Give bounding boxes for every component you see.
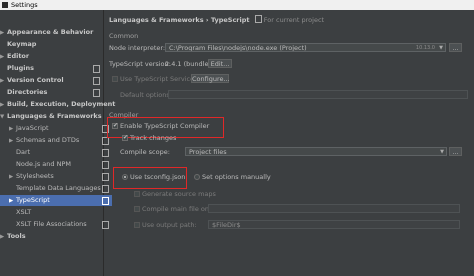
dropdown-arrow-icon: ▼ xyxy=(439,45,443,51)
project-scope-icon xyxy=(93,65,100,73)
sidebar-item-typescript[interactable]: ▶ TypeScript xyxy=(0,195,112,206)
sidebar-item-directories[interactable]: Directories xyxy=(0,87,103,98)
sidebar-item-template-data[interactable]: Template Data Languages xyxy=(0,183,112,194)
breadcrumb: Languages & Frameworks › TypeScript For … xyxy=(109,14,324,24)
compile-main-label: Compile main file only: xyxy=(142,205,217,213)
sidebar-item-editor[interactable]: ▶ Editor xyxy=(0,51,103,62)
use-ts-service-label: Use TypeScript Service xyxy=(120,75,195,83)
set-options-radio[interactable] xyxy=(194,174,200,180)
expand-arrow-icon[interactable]: ▶ xyxy=(9,124,16,135)
sidebar-item-build[interactable]: ▶ Build, Execution, Deployment xyxy=(0,99,115,111)
dropdown-arrow-icon: ▼ xyxy=(440,149,444,155)
sidebar-item-plugins[interactable]: Plugins xyxy=(0,63,103,74)
sidebar-item-label: Dart xyxy=(16,148,31,156)
edit-button[interactable]: Edit... xyxy=(208,59,232,68)
sidebar-item-tools[interactable]: ▶ Tools xyxy=(0,231,103,242)
sidebar-item-version-control[interactable]: ▶ Version Control xyxy=(0,75,103,86)
compile-main-checkbox[interactable] xyxy=(134,206,140,212)
title-bar: Settings xyxy=(0,0,474,10)
expand-arrow-icon[interactable]: ▶ xyxy=(0,100,7,111)
app-icon xyxy=(2,2,8,8)
sidebar-item-label: Keymap xyxy=(7,40,37,48)
compile-scope-select[interactable]: Project files ▼ xyxy=(185,147,447,156)
expand-arrow-icon[interactable]: ▶ xyxy=(9,196,16,207)
window-title: Settings xyxy=(11,1,38,9)
sidebar-item-label: Build, Execution, Deployment xyxy=(7,100,116,108)
sidebar-item-javascript[interactable]: ▶ JavaScript xyxy=(0,123,112,134)
sidebar-item-label: Template Data Languages xyxy=(16,184,101,192)
compile-scope-label: Compile scope: xyxy=(120,148,170,156)
sidebar-item-label: XSLT File Associations xyxy=(16,220,87,228)
node-interpreter-select[interactable]: C:\Program Files\nodejs\node.exe (Projec… xyxy=(165,43,446,52)
sidebar-item-dart[interactable]: Dart xyxy=(0,147,112,158)
section-common: Common xyxy=(109,32,139,40)
settings-content: Languages & Frameworks › TypeScript For … xyxy=(104,10,474,276)
expand-arrow-icon[interactable]: ▶ xyxy=(0,28,7,39)
collapse-arrow-icon[interactable]: ▼ xyxy=(0,112,7,123)
track-changes-label: Track changes xyxy=(130,134,177,142)
sidebar-item-label: Tools xyxy=(7,232,26,240)
sidebar-item-label: Plugins xyxy=(7,64,34,72)
sidebar-item-nodejs[interactable]: Node.js and NPM xyxy=(0,159,112,170)
output-path-input[interactable]: $FileDir$ xyxy=(208,220,460,229)
use-output-path-checkbox[interactable] xyxy=(134,222,140,228)
ts-version-label: TypeScript version: xyxy=(109,60,171,68)
project-scope-icon xyxy=(93,89,100,97)
use-output-path-label: Use output path: xyxy=(142,221,197,229)
expand-arrow-icon[interactable]: ▶ xyxy=(0,232,7,243)
use-tsconfig-label: Use tsconfig.json xyxy=(130,173,186,181)
sidebar-item-label: Directories xyxy=(7,88,48,96)
sidebar-item-label: Stylesheets xyxy=(16,172,54,180)
sidebar-item-stylesheets[interactable]: ▶ Stylesheets xyxy=(0,171,112,182)
compile-main-input[interactable] xyxy=(208,204,460,213)
default-options-input[interactable] xyxy=(168,90,468,99)
sidebar-item-label: TypeScript xyxy=(16,196,50,204)
sidebar-item-label: XSLT xyxy=(16,208,32,216)
node-interpreter-value: C:\Program Files\nodejs\node.exe (Projec… xyxy=(169,44,307,52)
sidebar-item-label: Editor xyxy=(7,52,30,60)
node-version-text: 10.13.0 xyxy=(415,45,435,51)
node-interpreter-label: Node interpreter: xyxy=(109,44,166,52)
set-options-label: Set options manually xyxy=(202,173,271,181)
project-scope-icon xyxy=(93,77,100,85)
sidebar-item-xslt[interactable]: XSLT xyxy=(0,207,112,218)
expand-arrow-icon[interactable]: ▶ xyxy=(0,52,7,63)
use-tsconfig-radio[interactable] xyxy=(122,174,128,180)
generate-source-maps-label: Generate source maps xyxy=(142,190,216,198)
sidebar-item-keymap[interactable]: Keymap xyxy=(0,39,103,50)
track-changes-checkbox[interactable] xyxy=(122,134,128,141)
sidebar-item-label: Schemas and DTDs xyxy=(16,136,80,144)
breadcrumb-path: Languages & Frameworks › TypeScript xyxy=(109,16,250,24)
generate-source-maps-checkbox[interactable] xyxy=(134,191,140,197)
sidebar-item-languages[interactable]: ▼ Languages & Frameworks xyxy=(0,111,103,122)
sidebar-item-xslt-file-assoc[interactable]: XSLT File Associations xyxy=(0,219,112,230)
expand-arrow-icon[interactable]: ▶ xyxy=(9,172,16,183)
output-path-value: $FileDir$ xyxy=(212,221,241,229)
sidebar-item-label: Languages & Frameworks xyxy=(7,112,102,120)
configure-button[interactable]: Configure... xyxy=(191,74,230,83)
node-interpreter-browse-button[interactable]: … xyxy=(449,43,462,52)
sidebar-item-label: Appearance & Behavior xyxy=(7,28,94,36)
compile-scope-value: Project files xyxy=(189,148,227,156)
settings-sidebar: ▶ Appearance & Behavior Keymap ▶ Editor Pl… xyxy=(0,10,115,276)
project-scope-icon xyxy=(254,15,262,23)
compile-scope-browse-button[interactable]: … xyxy=(449,147,462,156)
breadcrumb-scope: For current project xyxy=(263,16,325,24)
default-options-label: Default options: xyxy=(120,91,172,99)
sidebar-item-label: Node.js and NPM xyxy=(16,160,71,168)
use-ts-service-checkbox[interactable] xyxy=(112,76,118,82)
sidebar-item-appearance[interactable]: ▶ Appearance & Behavior xyxy=(0,27,103,38)
sidebar-item-label: Version Control xyxy=(7,76,64,84)
sidebar-item-label: JavaScript xyxy=(16,124,49,132)
expand-arrow-icon[interactable]: ▶ xyxy=(9,136,16,147)
sidebar-item-schemas[interactable]: ▶ Schemas and DTDs xyxy=(0,135,112,146)
expand-arrow-icon[interactable]: ▶ xyxy=(0,76,7,87)
